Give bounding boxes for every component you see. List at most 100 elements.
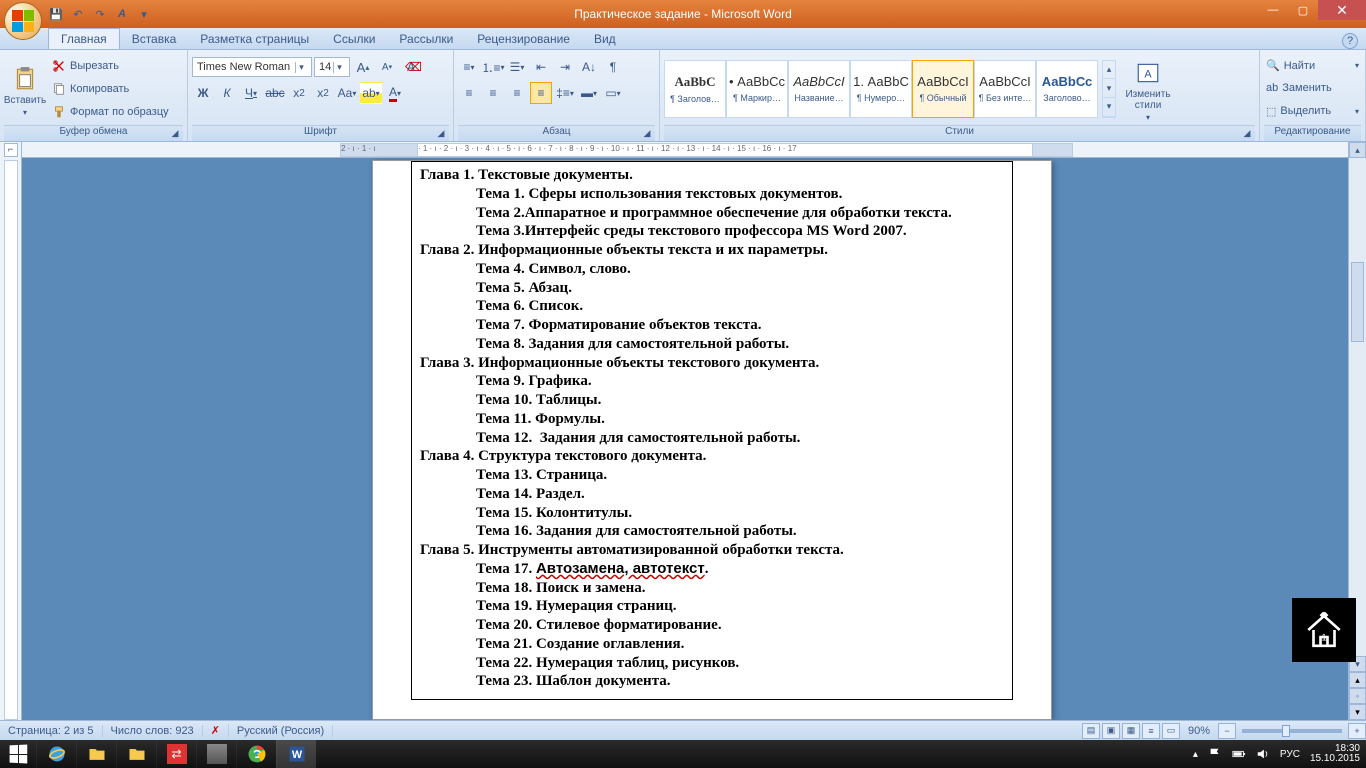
zoom-slider[interactable] (1242, 729, 1342, 733)
volume-icon[interactable] (1256, 747, 1270, 761)
borders-button[interactable]: ▭▾ (602, 82, 624, 104)
battery-icon[interactable] (1232, 747, 1246, 761)
office-button[interactable] (4, 2, 42, 40)
document-line[interactable]: Тема 23. Шаблон документа. (420, 672, 1004, 691)
qat-custom-icon[interactable]: A (112, 4, 132, 24)
align-right-button[interactable]: ≡ (506, 82, 528, 104)
task-chrome[interactable] (236, 740, 276, 768)
help-icon[interactable]: ? (1342, 33, 1358, 49)
tab-page-layout[interactable]: Разметка страницы (188, 29, 321, 49)
copy-button[interactable]: Копировать (50, 81, 171, 97)
underline-button[interactable]: Ч▾ (240, 82, 262, 104)
document-line[interactable]: Тема 20. Стилевое форматирование. (420, 616, 1004, 635)
style-item[interactable]: • АаBbСс¶ Маркир… (726, 60, 788, 118)
document-line[interactable]: Тема 6. Список. (420, 297, 1004, 316)
undo-icon[interactable]: ↶ (68, 4, 88, 24)
dialog-launcher-icon[interactable]: ◢ (435, 128, 447, 140)
status-proofing[interactable]: ✗ (203, 724, 229, 737)
document-line[interactable]: Глава 4. Структура текстового документа. (420, 447, 1004, 466)
document-line[interactable]: Тема 18. Поиск и замена. (420, 579, 1004, 598)
document-line[interactable]: Глава 3. Информационные объекты текстово… (420, 354, 1004, 373)
tab-mailings[interactable]: Рассылки (387, 29, 465, 49)
document-line[interactable]: Тема 11. Формулы. (420, 410, 1004, 429)
tab-insert[interactable]: Вставка (120, 29, 189, 49)
document-line[interactable]: Тема 1. Сферы использования текстовых до… (420, 185, 1004, 204)
browse-object-button[interactable]: ◦ (1349, 688, 1366, 704)
tab-selector[interactable]: ⌐ (4, 143, 18, 157)
full-screen-view-button[interactable]: ▣ (1102, 723, 1120, 739)
document-line[interactable]: Тема 7. Форматирование объектов текста. (420, 316, 1004, 335)
zoom-thumb[interactable] (1282, 725, 1290, 737)
select-button[interactable]: ⬚Выделить▾ (1264, 104, 1361, 119)
italic-button[interactable]: К (216, 82, 238, 104)
justify-button[interactable]: ≡ (530, 82, 552, 104)
highlight-button[interactable]: ab▾ (360, 82, 382, 104)
tab-view[interactable]: Вид (582, 29, 628, 49)
document-line[interactable]: Тема 13. Страница. (420, 466, 1004, 485)
start-button[interactable] (0, 740, 36, 768)
font-name-combo[interactable]: Times New Roman▾ (192, 57, 312, 77)
save-icon[interactable]: 💾 (46, 4, 66, 24)
overlay-home-icon[interactable]: 1 (1292, 598, 1356, 662)
document-line[interactable]: Тема 8. Задания для самостоятельной рабо… (420, 335, 1004, 354)
zoom-out-button[interactable]: − (1218, 723, 1236, 739)
minimize-button[interactable]: — (1258, 0, 1288, 20)
document-line[interactable]: Тема 9. Графика. (420, 372, 1004, 391)
tab-home[interactable]: Главная (48, 28, 120, 49)
tab-review[interactable]: Рецензирование (465, 29, 582, 49)
cut-button[interactable]: Вырезать (50, 58, 171, 74)
document-line[interactable]: Тема 12. Задания для самостоятельной раб… (420, 429, 1004, 448)
subscript-button[interactable]: x2 (288, 82, 310, 104)
find-button[interactable]: 🔍Найти▾ (1264, 58, 1361, 73)
font-size-combo[interactable]: 14▾ (314, 57, 350, 77)
dialog-launcher-icon[interactable]: ◢ (641, 128, 653, 140)
task-app-misc[interactable] (196, 740, 236, 768)
style-item[interactable]: АаВbС¶ Заголов… (664, 60, 726, 118)
document-line[interactable]: Глава 5. Инструменты автоматизированной … (420, 541, 1004, 560)
clear-formatting-button[interactable]: A⌫ (400, 56, 422, 78)
zoom-level[interactable]: 90% (1182, 725, 1216, 737)
decrease-indent-button[interactable]: ⇤ (530, 56, 552, 78)
status-words[interactable]: Число слов: 923 (103, 725, 203, 737)
shrink-font-button[interactable]: A▾ (376, 56, 398, 78)
grow-font-button[interactable]: A▴ (352, 56, 374, 78)
next-page-button[interactable]: ▾ (1349, 704, 1366, 720)
document-line[interactable]: Тема 15. Колонтитулы. (420, 504, 1004, 523)
numbering-button[interactable]: ⒈≡▾ (482, 56, 504, 78)
document-line[interactable]: Тема 2.Аппаратное и программное обеспече… (420, 204, 1004, 223)
font-color-button[interactable]: A▾ (384, 82, 406, 104)
task-explorer[interactable] (76, 740, 116, 768)
document-line[interactable]: Тема 10. Таблицы. (420, 391, 1004, 410)
strikethrough-button[interactable]: abc (264, 82, 286, 104)
document-line[interactable]: Тема 22. Нумерация таблиц, рисунков. (420, 654, 1004, 673)
flag-icon[interactable] (1208, 747, 1222, 761)
task-app-red[interactable]: ⇄ (156, 740, 196, 768)
bullets-button[interactable]: ≡▾ (458, 56, 480, 78)
paste-button[interactable]: Вставить ▾ (4, 52, 46, 125)
document-line[interactable]: Тема 14. Раздел. (420, 485, 1004, 504)
vertical-ruler[interactable]: ⌐ (0, 142, 22, 720)
document-line[interactable]: Тема 3.Интерфейс среды текстового профес… (420, 222, 1004, 241)
style-item[interactable]: 1. АаBbС¶ Нумеро… (850, 60, 912, 118)
multilevel-list-button[interactable]: ☰▾ (506, 56, 528, 78)
styles-expand[interactable]: ▾ (1103, 98, 1115, 117)
align-center-button[interactable]: ≡ (482, 82, 504, 104)
zoom-in-button[interactable]: + (1348, 723, 1366, 739)
sort-button[interactable]: A↓ (578, 56, 600, 78)
bold-button[interactable]: Ж (192, 82, 214, 104)
document-line[interactable]: Тема 17. Автозамена, автотекст. (420, 560, 1004, 579)
style-item[interactable]: АаBbСсЗаголово… (1036, 60, 1098, 118)
print-layout-view-button[interactable]: ▤ (1082, 723, 1100, 739)
horizontal-ruler[interactable]: 2 · ı · 1 · ı · 1 · ı · 2 · ı · 3 · ı · … (22, 142, 1348, 158)
tray-expand-icon[interactable]: ▴ (1193, 749, 1198, 760)
document-line[interactable]: Тема 16. Задания для самостоятельной раб… (420, 522, 1004, 541)
shading-button[interactable]: ▬▾ (578, 82, 600, 104)
tray-clock[interactable]: 18:30 15.10.2015 (1310, 744, 1360, 765)
qat-dropdown-icon[interactable]: ▾ (134, 4, 154, 24)
draft-view-button[interactable]: ▭ (1162, 723, 1180, 739)
document-line[interactable]: Тема 4. Символ, слово. (420, 260, 1004, 279)
tab-references[interactable]: Ссылки (321, 29, 387, 49)
scroll-up-button[interactable]: ▴ (1349, 142, 1366, 158)
style-item[interactable]: АаBbСсIНазвание… (788, 60, 850, 118)
superscript-button[interactable]: x2 (312, 82, 334, 104)
